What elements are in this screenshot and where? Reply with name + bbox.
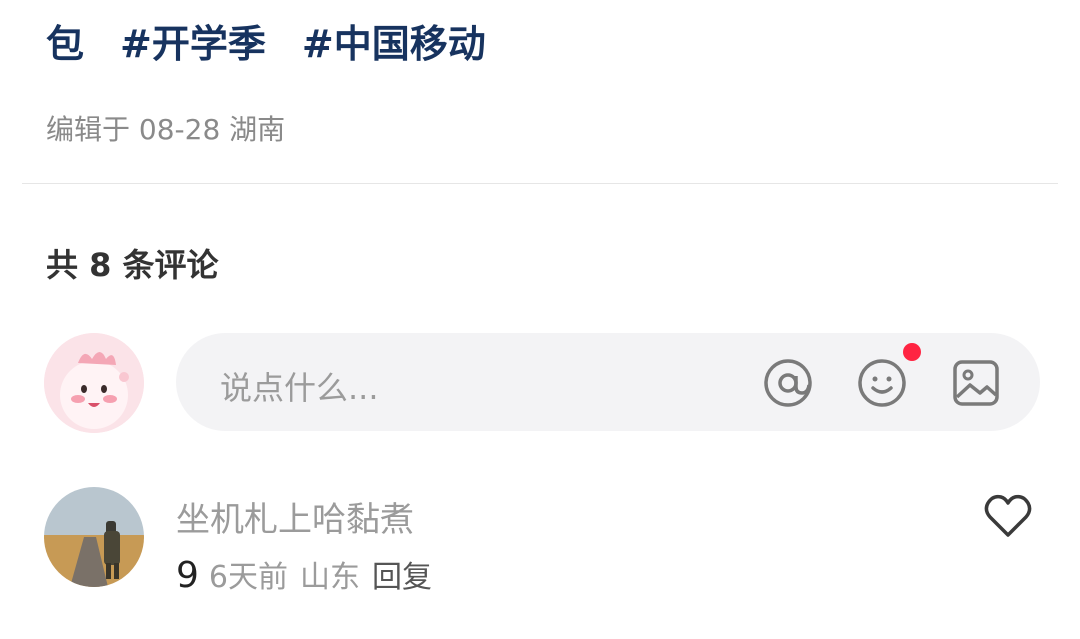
hashtag-link[interactable]: #中国移动 xyxy=(302,13,486,68)
emoji-icon[interactable] xyxy=(856,357,908,409)
comment-count: 共 8 条评论 xyxy=(46,246,219,284)
road-photo-avatar xyxy=(44,487,144,587)
avatar[interactable] xyxy=(44,333,144,433)
at-icon[interactable] xyxy=(762,357,814,409)
hashtag-link[interactable]: #开学季 xyxy=(120,13,266,68)
pink-character-avatar xyxy=(44,333,144,433)
comment-text: 9 xyxy=(176,555,199,596)
comment-content: 9 6天前 山东 回复 xyxy=(176,552,432,596)
commenter-avatar[interactable] xyxy=(44,487,144,587)
divider xyxy=(22,183,1058,184)
edit-info: 编辑于 08-28 湖南 xyxy=(46,113,286,146)
post-tags: 包 #开学季 #中国移动 xyxy=(46,12,522,68)
notification-dot xyxy=(903,343,921,361)
image-icon[interactable] xyxy=(950,357,1002,409)
comment-location: 山东 xyxy=(300,560,360,595)
commenter-name[interactable]: 坐机札上哈黏煮 xyxy=(176,492,414,541)
comment-time: 6天前 xyxy=(208,560,288,595)
reply-button[interactable]: 回复 xyxy=(372,552,432,596)
comment-input[interactable]: 说点什么... xyxy=(176,333,1040,431)
post-text-fragment: 包 xyxy=(46,21,85,66)
comment-input-placeholder: 说点什么... xyxy=(220,369,379,407)
heart-icon[interactable] xyxy=(982,490,1034,542)
